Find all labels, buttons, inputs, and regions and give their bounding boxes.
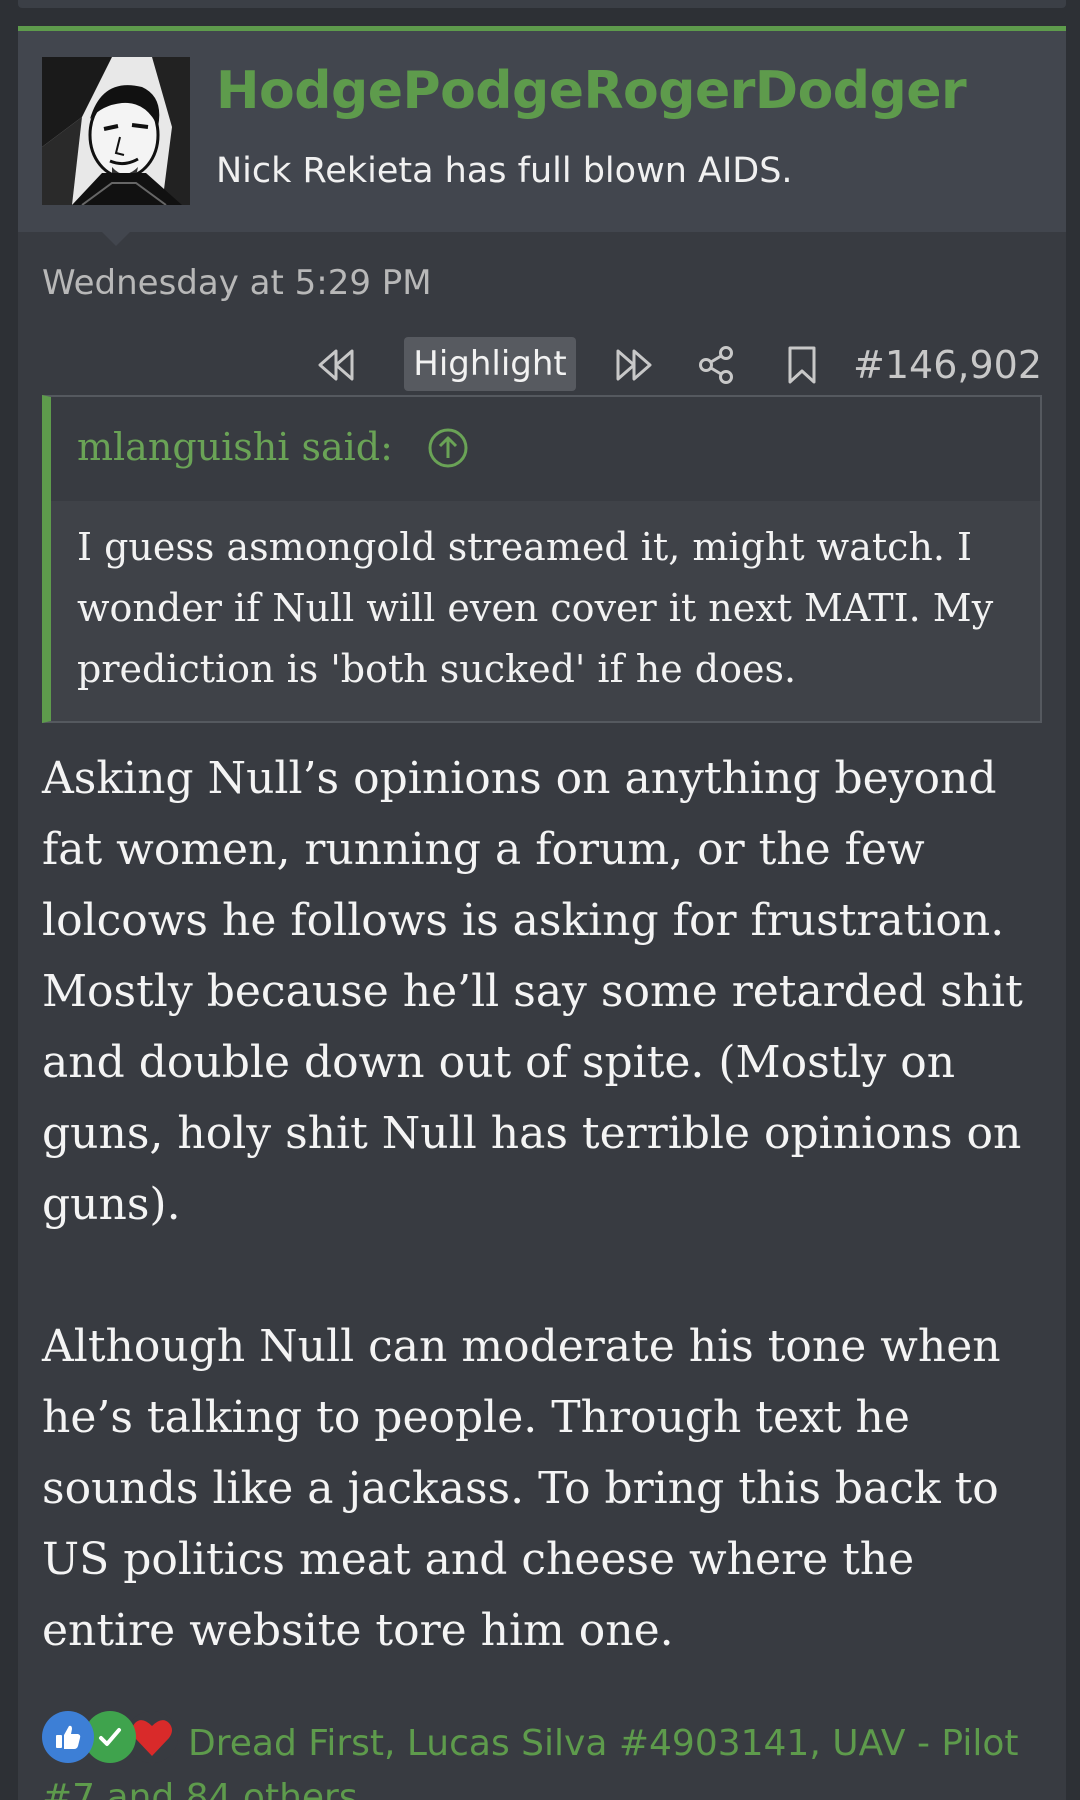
post-paragraph: Asking Null’s opinions on anything beyon… [42,753,1023,1230]
reaction-summary-link[interactable]: Dread First, Lucas Silva #4903141, UAV -… [42,1717,1042,1800]
previous-post-edge [18,0,1066,8]
reaction-icons[interactable] [42,1711,192,1767]
quote-block: mlanguishi said: I guess asmongold strea… [42,395,1042,723]
username[interactable]: HodgePodgeRogerDodger [216,61,967,121]
post-header: HodgePodgeRogerDodger Nick Rekieta has f… [18,31,1066,232]
avatar-image [42,57,190,205]
post-number-link[interactable]: #146,902 [853,343,1042,387]
reactions-bar: Dread First, Lucas Silva #4903141, UAV -… [42,1707,1042,1800]
forum-post: HodgePodgeRogerDodger Nick Rekieta has f… [18,26,1066,1800]
quote-text: I guess asmongold streamed it, might wat… [77,525,994,691]
bookmark-icon[interactable] [780,343,824,387]
fast-forward-icon[interactable] [612,343,656,387]
thumbs-up-icon [42,1711,94,1763]
header-pointer [102,232,130,246]
rewind-icon[interactable] [314,343,358,387]
quote-header: mlanguishi said: [51,397,1040,501]
post-actions: Highlight #146,902 [18,337,1066,393]
avatar[interactable] [42,57,190,205]
arrow-up-circle-icon[interactable] [427,427,469,469]
quote-content: I guess asmongold streamed it, might wat… [51,501,1040,721]
user-title: Nick Rekieta has full blown AIDS. [216,151,793,191]
quote-author[interactable]: mlanguishi said: [77,425,393,469]
share-icon[interactable] [694,343,738,387]
post-date[interactable]: Wednesday at 5:29 PM [42,263,432,303]
post-body: Asking Null’s opinions on anything beyon… [42,743,1052,1666]
highlight-button[interactable]: Highlight [404,337,576,391]
post-paragraph: Although Null can moderate his tone when… [42,1321,1001,1656]
